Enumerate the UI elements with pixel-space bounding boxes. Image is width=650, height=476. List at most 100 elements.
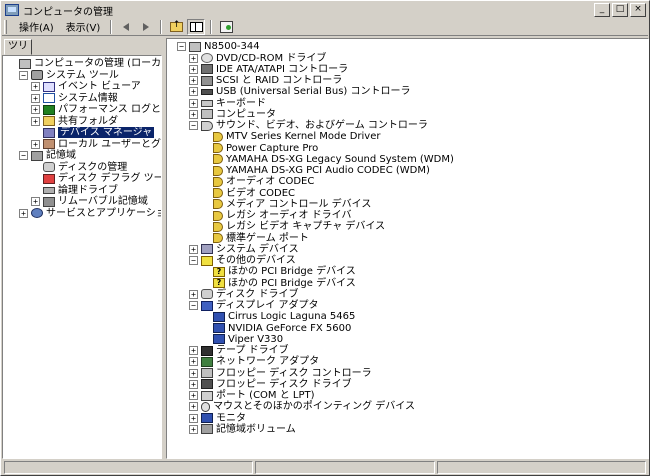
tape-icon [201,345,213,356]
tab-tree[interactable]: ツリー [4,39,32,66]
tree-item[interactable]: + フロッピー ディスク ドライブ [189,379,352,391]
expand-icon[interactable]: + [189,402,198,412]
tree-item[interactable]: − ディスプレイ アダプタ [189,300,318,312]
toolbar-grip[interactable] [4,19,7,34]
console-tree-pane[interactable]: コンピュータの管理 (ローカル) − システム ツール + イベント ビューア + システム… [2,55,162,459]
tree-item[interactable]: ? ほかの PCI Bridge デバイス [201,266,356,278]
back-button[interactable] [117,19,135,35]
expand-icon[interactable]: + [189,98,198,108]
collapse-icon[interactable]: − [177,42,186,52]
tree-item[interactable]: − サウンド、ビデオ、およびゲーム コントローラ [189,120,428,132]
expand-icon[interactable]: + [189,53,198,63]
expand-icon[interactable]: + [19,208,28,218]
tree-item[interactable]: − その他のデバイス [189,255,296,267]
expand-icon[interactable]: + [31,139,40,149]
tree-item[interactable]: レガシ オーディオ ドライバ [201,210,351,222]
tree-item[interactable]: − システム ツール [19,70,119,82]
tree-item[interactable]: デバイス マネージャ [31,127,155,139]
tree-item[interactable]: + コンピュータ [189,109,276,121]
tree-item[interactable]: 標準ゲーム ポート [201,232,309,244]
tree-item[interactable]: + 共有フォルダ [31,116,118,128]
menu-action[interactable]: 操作(A) [13,18,60,35]
collapse-icon[interactable]: − [19,151,28,161]
tree-item[interactable]: + イベント ビューア [31,81,141,93]
tree-item[interactable]: オーディオ CODEC [201,176,314,188]
collapse-icon[interactable]: − [189,121,198,130]
tree-item[interactable]: + DVD/CD-ROM ドライブ [189,52,326,64]
expand-icon[interactable]: + [189,391,198,400]
expand-icon[interactable]: + [189,379,198,389]
tree-item-label: ビデオ CODEC [226,187,296,199]
tree-item[interactable]: 論理ドライブ [31,185,118,197]
tree-item[interactable]: + マウスとそのほかのポインティング デバイス [189,401,415,413]
tree-item[interactable]: Cirrus Logic Laguna 5465 [201,311,355,323]
expand-icon[interactable]: + [189,289,198,299]
tree-item[interactable]: + システム デバイス [189,244,299,256]
expand-icon[interactable]: + [189,87,198,97]
expand-icon[interactable]: + [189,109,198,119]
expand-icon[interactable]: + [189,244,198,254]
tree-item[interactable]: + システム情報 [31,93,118,105]
expand-icon[interactable]: + [189,64,198,74]
tree-item[interactable]: + モニタ [189,412,246,424]
expand-icon[interactable]: + [189,346,198,355]
tree-item[interactable]: + IDE ATA/ATAPI コントローラ [189,64,348,76]
tree-item[interactable]: + 記憶域ボリューム [189,424,296,436]
expand-icon[interactable]: + [189,413,198,423]
tree-item[interactable]: NVIDIA GeForce FX 5600 [201,322,351,334]
tree-item[interactable]: ビデオ CODEC [201,187,295,199]
q-icon: ? [213,278,225,288]
tree-item[interactable]: + ディスク ドライブ [189,289,298,301]
expand-icon[interactable]: + [189,76,198,85]
tree-item[interactable]: + サービスとアプリケーション [19,208,161,220]
tree-item[interactable]: + フロッピー ディスク コントローラ [189,367,372,379]
properties-button[interactable] [217,19,235,35]
collapse-icon[interactable]: − [19,70,28,80]
device-tree-pane[interactable]: − N8500-344 + DVD/CD-ROM ドライブ + IDE ATA/ATAPI… [166,38,649,459]
tree-item[interactable]: − 記憶域 [19,150,76,162]
tree-item[interactable]: Viper V330 [201,334,283,346]
tree-item[interactable]: + ネットワーク アダプタ [189,356,319,368]
expand-icon[interactable]: + [31,93,40,103]
tree-item[interactable]: + キーボード [189,97,266,109]
title-bar[interactable]: コンピュータの管理 _ □ × [2,2,648,18]
tree-item[interactable]: ? ほかの PCI Bridge デバイス [201,277,356,289]
monitor-icon [213,334,225,345]
expand-icon[interactable]: + [189,368,198,378]
up-level-button[interactable] [167,19,185,35]
maximize-button[interactable]: □ [612,3,628,17]
tree-item[interactable]: ディスクの管理 [31,162,127,174]
expand-icon[interactable]: + [31,116,40,126]
minimize-button[interactable]: _ [594,3,610,17]
tree-item[interactable]: + ローカル ユーザーとグループ [31,139,161,151]
tree-item[interactable]: メディア コントロール デバイス [201,199,371,211]
expand-icon[interactable]: + [189,424,198,434]
collapse-icon[interactable]: − [189,301,198,310]
tree-item[interactable]: + ポート (COM と LPT) [189,390,315,402]
expand-icon[interactable]: + [31,197,40,207]
tree-item-label: キーボード [216,97,266,109]
tree-item[interactable]: + リムーバブル記憶域 [31,196,148,208]
tree-item[interactable]: + SCSI と RAID コントローラ [189,75,342,87]
tree-item[interactable]: レガシ ビデオ キャプチャ デバイス [201,221,385,233]
close-button[interactable]: × [630,3,646,17]
show-hide-tree-button[interactable] [187,18,206,35]
tree-item[interactable]: ディスク デフラグ ツール [31,173,161,185]
tree-item[interactable]: + USB (Universal Serial Bus) コントローラ [189,86,410,98]
tree-item[interactable]: Power Capture Pro [201,142,318,154]
expand-icon[interactable]: + [189,357,198,367]
tree-item[interactable]: YAMAHA DS-XG PCI Audio CODEC (WDM) [201,165,430,177]
tree-item-label: IDE ATA/ATAPI コントローラ [216,63,349,75]
expand-icon[interactable]: + [31,105,40,115]
tree-item[interactable]: + テープ ドライブ [189,345,289,357]
tree-item[interactable]: YAMAHA DS-XG Legacy Sound System (WDM) [201,154,454,166]
menu-view[interactable]: 表示(V) [60,18,107,35]
tree-item[interactable]: コンピュータの管理 (ローカル) [7,58,161,70]
forward-button[interactable] [137,19,155,35]
tree-item[interactable]: + パフォーマンス ログと警告 [31,104,161,116]
tree-item[interactable]: − N8500-344 [177,41,260,53]
collapse-icon[interactable]: − [189,256,198,265]
tree-item[interactable]: MTV Series Kernel Mode Driver [201,131,380,143]
expand-icon[interactable]: + [31,82,40,92]
